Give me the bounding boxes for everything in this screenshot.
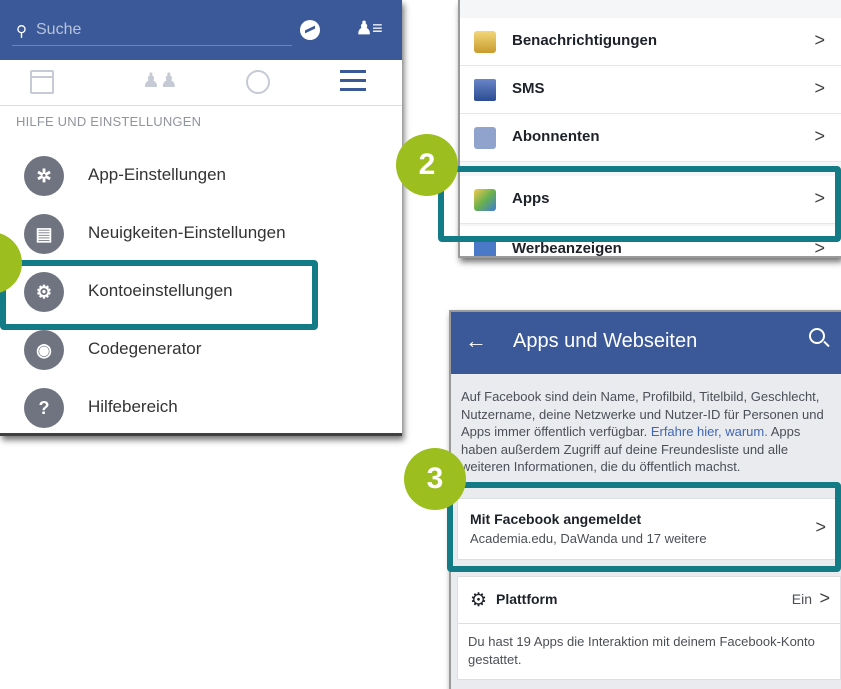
messenger-icon[interactable]: [300, 20, 320, 40]
chevron-right-icon: >: [814, 30, 825, 50]
notifications-globe-icon[interactable]: [246, 70, 270, 94]
settings-row-label: Werbeanzeigen: [512, 240, 622, 257]
newsfeed-tab-icon[interactable]: [30, 70, 54, 94]
top-bar: ⚲ Suche ♟≡: [0, 0, 402, 60]
platform-status[interactable]: Ein: [792, 591, 812, 607]
settings-row-label: SMS: [512, 80, 545, 97]
settings-row-followers[interactable]: Abonnenten >: [460, 114, 841, 162]
settings-row-sms[interactable]: SMS >: [460, 66, 841, 114]
settings-row-label: Abonnenten: [512, 128, 600, 145]
chevron-right-icon: >: [814, 126, 825, 146]
tab-bar: ♟♟: [0, 60, 402, 106]
friends-tab-icon[interactable]: ♟♟: [142, 68, 178, 92]
learn-more-link[interactable]: Erfahre hier, warum.: [651, 424, 768, 439]
menu-hamburger-icon[interactable]: [340, 70, 366, 94]
notifications-icon: [474, 31, 496, 53]
section-title: HILFE UND EINSTELLUNGEN: [16, 114, 202, 129]
chevron-right-icon[interactable]: >: [819, 588, 830, 609]
step-badge-3: 3: [404, 448, 466, 510]
settings-menu-panel: ⚲ Suche ♟≡ ♟♟ HILFE UND EINSTELLUNGEN ✲ …: [0, 0, 402, 436]
chevron-right-icon: >: [814, 78, 825, 98]
platform-description: Du hast 19 Apps die Interaktion mit dein…: [468, 634, 815, 667]
step-badge-2: 2: [396, 134, 458, 196]
info-text-part1: Auf Facebook sind dein Name, Profilbild,…: [461, 389, 824, 439]
gear-icon: ⚙: [470, 590, 488, 611]
platform-card: ⚙ Plattform Ein > Du hast 19 Apps die In…: [457, 576, 841, 680]
menu-item-label: Codegenerator: [88, 339, 202, 358]
highlight-logged-in-row: [447, 482, 841, 572]
sms-icon: [474, 79, 496, 101]
settings-row-notifications[interactable]: Benachrichtigungen >: [460, 18, 841, 66]
info-text: Auf Facebook sind dein Name, Profilbild,…: [461, 388, 839, 476]
search-input[interactable]: ⚲ Suche: [12, 18, 292, 46]
platform-label: Plattform: [496, 591, 558, 607]
top-bar: ← Apps und Webseiten: [451, 312, 841, 374]
menu-item-label: Neuigkeiten-Einstellungen: [88, 223, 286, 242]
highlight-apps-row: [438, 166, 841, 242]
divider: [458, 623, 840, 624]
menu-item-help-center[interactable]: ? Hilfebereich: [0, 382, 402, 433]
menu-item-app-settings[interactable]: ✲ App-Einstellungen: [0, 150, 402, 208]
friend-requests-icon[interactable]: ♟≡: [356, 18, 383, 39]
menu-item-label: App-Einstellungen: [88, 165, 226, 184]
rss-icon: [474, 127, 496, 149]
highlight-account-settings: [0, 260, 318, 330]
search-icon[interactable]: [809, 328, 825, 344]
page-title: Apps und Webseiten: [513, 330, 698, 352]
lock-icon: ◉: [24, 330, 64, 370]
menu-item-label: Hilfebereich: [88, 397, 178, 416]
settings-row-label: Benachrichtigungen: [512, 32, 658, 49]
gear-icon: ✲: [24, 156, 64, 196]
help-icon: ?: [24, 388, 64, 428]
search-placeholder: Suche: [36, 21, 82, 38]
menu-item-newsfeed-settings[interactable]: ▤ Neuigkeiten-Einstellungen: [0, 208, 402, 266]
back-arrow-icon[interactable]: ←: [465, 328, 487, 354]
menu-item-code-generator[interactable]: ◉ Codegenerator: [0, 324, 402, 382]
search-icon: ⚲: [16, 23, 27, 40]
newsfeed-icon: ▤: [24, 214, 64, 254]
